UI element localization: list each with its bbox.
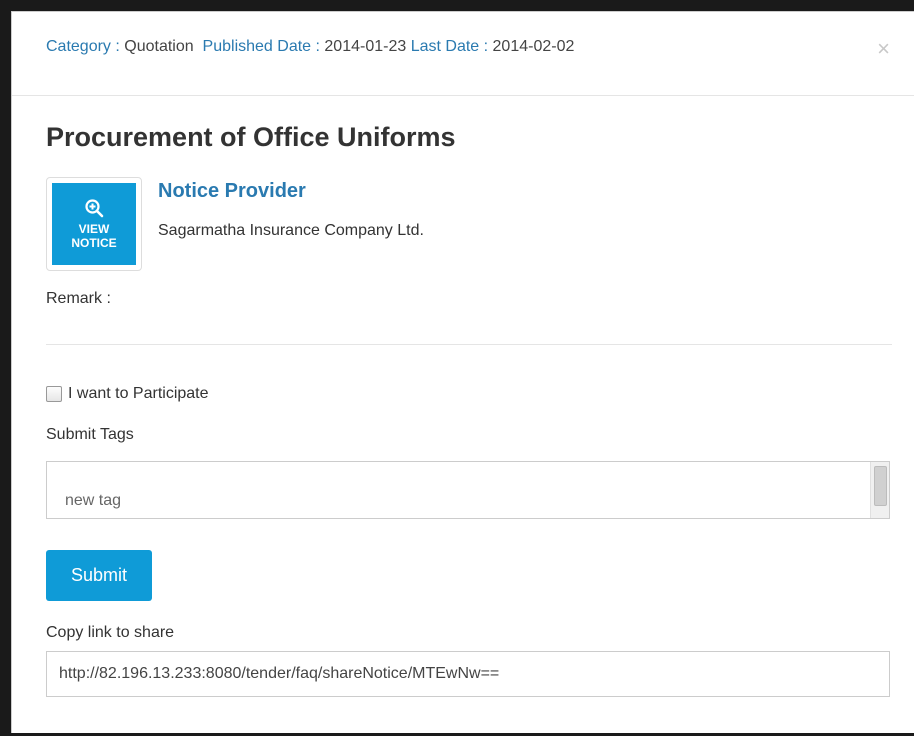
zoom-in-icon	[85, 199, 104, 218]
notice-title: Procurement of Office Uniforms	[46, 122, 456, 152]
modal-header: Category : Quotation Published Date : 20…	[12, 12, 914, 96]
participate-label: I want to Participate	[68, 385, 209, 402]
share-link-field[interactable]: http://82.196.13.233:8080/tender/faq/sha…	[46, 651, 890, 697]
last-date-label: Last Date :	[410, 38, 489, 55]
view-notice-tile: VIEW NOTICE	[52, 183, 136, 265]
published-date-label: Published Date :	[202, 38, 320, 55]
category-value: Quotation	[124, 38, 194, 55]
close-icon[interactable]: ×	[877, 38, 890, 60]
notice-provider-heading: Notice Provider	[158, 180, 306, 202]
section-divider	[46, 344, 892, 345]
remark-label: Remark :	[46, 290, 111, 307]
copy-link-label: Copy link to share	[46, 624, 175, 641]
participate-option[interactable]: I want to Participate	[46, 385, 209, 403]
last-date-value: 2014-02-02	[492, 38, 575, 55]
submit-button[interactable]: Submit	[46, 550, 152, 601]
category-label: Category :	[46, 38, 120, 55]
published-date-value: 2014-01-23	[324, 38, 407, 55]
tag-input[interactable]: new tag	[65, 492, 121, 510]
view-notice-line1: VIEW	[78, 222, 110, 236]
notice-provider-name: Sagarmatha Insurance Company Ltd.	[158, 222, 424, 239]
tags-scrollbar[interactable]	[870, 462, 889, 518]
view-notice-button[interactable]: VIEW NOTICE	[46, 177, 142, 271]
submit-tags-label: Submit Tags	[46, 426, 134, 443]
participate-checkbox[interactable]	[46, 386, 62, 402]
tags-scroll-thumb[interactable]	[874, 466, 887, 506]
view-notice-line2: NOTICE	[71, 236, 117, 250]
tags-input-box[interactable]: new tag	[46, 461, 890, 519]
notice-modal: Category : Quotation Published Date : 20…	[11, 11, 914, 733]
